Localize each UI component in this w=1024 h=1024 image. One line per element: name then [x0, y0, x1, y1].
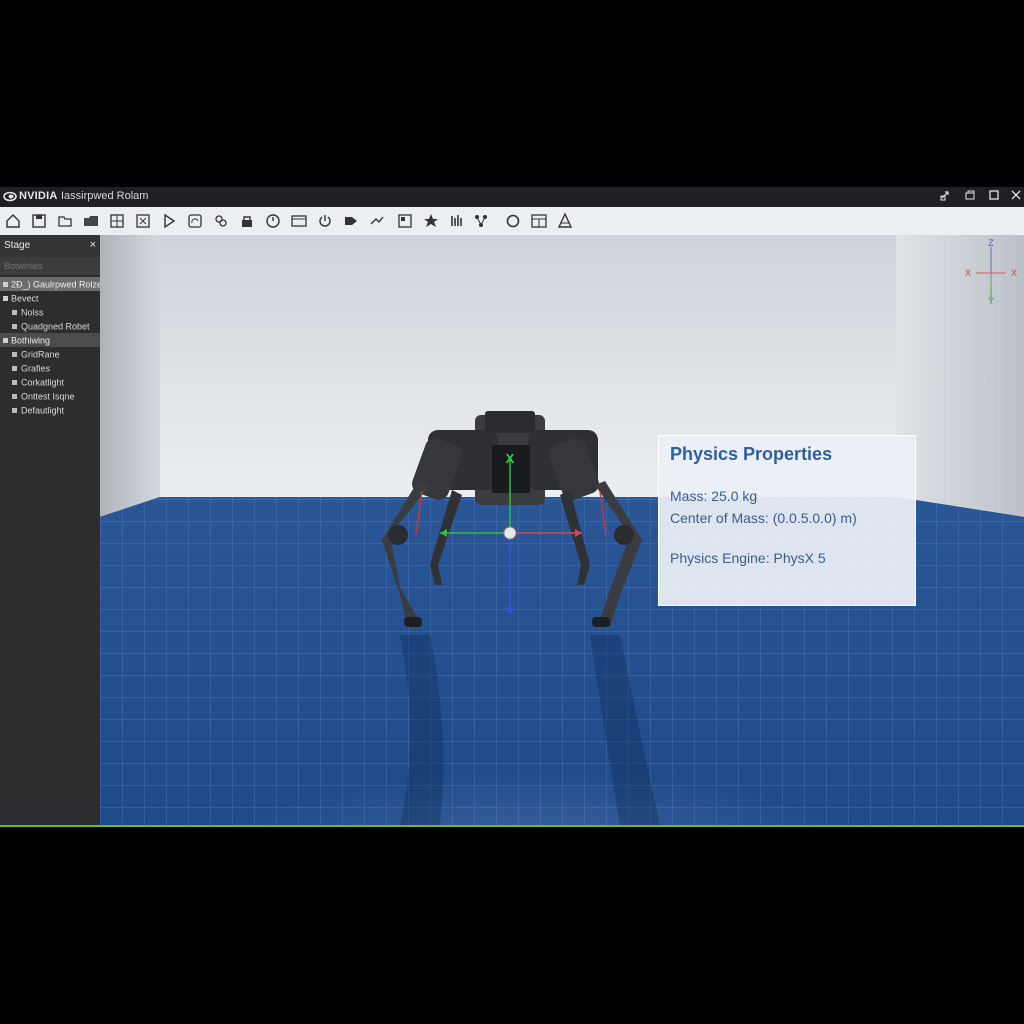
- link-icon[interactable]: [212, 212, 230, 230]
- stage-item-label: Grafies: [21, 363, 51, 374]
- panel-icon[interactable]: [290, 212, 308, 230]
- accent-line: [0, 825, 1024, 827]
- stage-search-input[interactable]: [2, 259, 100, 272]
- rotate-icon[interactable]: [186, 212, 204, 230]
- stage-item[interactable]: Bothiwing: [0, 333, 100, 347]
- timer-icon[interactable]: [264, 212, 282, 230]
- stage-item-label: GridRane: [21, 349, 60, 360]
- cone-icon[interactable]: [556, 212, 574, 230]
- prim-icon: [12, 351, 17, 357]
- stage-item[interactable]: GridRane: [0, 347, 100, 361]
- physics-engine-value: Physics Engine: PhysX 5: [670, 550, 826, 566]
- maximize-icon[interactable]: [986, 189, 1002, 205]
- window-title: Iassirpwed Rolam: [61, 190, 149, 202]
- prim-icon: [12, 309, 17, 315]
- window-icon[interactable]: [530, 212, 548, 230]
- stage-item-label: Bothiwing: [11, 335, 51, 346]
- grid-icon[interactable]: [108, 212, 126, 230]
- stage-item[interactable]: Onttest Isqne: [0, 389, 100, 403]
- stage-search: [0, 257, 100, 275]
- stage-item[interactable]: Defautlight: [0, 403, 100, 417]
- stage-item-label: Defautlight: [21, 405, 65, 416]
- prim-icon: [12, 379, 17, 385]
- home-icon[interactable]: [4, 212, 22, 230]
- nodes-icon[interactable]: [472, 212, 490, 230]
- prim-icon: [3, 281, 8, 287]
- stage-item[interactable]: 2Ð_) Gaulrpwed Rolze: [0, 277, 100, 291]
- gizmo-label: X: [506, 451, 515, 466]
- app-window: NVIDIA Iassirpwed Rolam Stage × 2Ð_) Gau…: [0, 187, 1024, 827]
- stage-item-label: Onttest Isqne: [21, 391, 75, 402]
- lock-icon[interactable]: [238, 212, 256, 230]
- stage-item-label: Quadgned Robet: [21, 321, 90, 332]
- stage-item[interactable]: Bevect: [0, 291, 100, 305]
- prim-icon: [3, 337, 8, 343]
- stage-item[interactable]: Corkatlight: [0, 375, 100, 389]
- stage-item-label: 2Ð_) Gaulrpwed Rolze: [11, 279, 100, 290]
- prim-icon: [12, 323, 17, 329]
- camera-icon[interactable]: [342, 212, 360, 230]
- left-wall: [100, 235, 160, 517]
- axis-x-right-label: X: [1011, 268, 1017, 278]
- play-icon[interactable]: [160, 212, 178, 230]
- save-icon[interactable]: [30, 212, 48, 230]
- prim-icon: [3, 295, 8, 301]
- stage-item[interactable]: Quadgned Robet: [0, 319, 100, 333]
- mass-value: Mass: 25.0 kg: [670, 488, 758, 504]
- axis-z-label: Z: [988, 238, 994, 248]
- stage-item-label: Bevect: [11, 293, 39, 304]
- star-icon[interactable]: [422, 212, 440, 230]
- stage-item-label: Corkatlight: [21, 377, 65, 388]
- physics-properties-panel: Physics Properties Mass: 25.0 kg Center …: [658, 435, 916, 606]
- brand-label: NVIDIA: [19, 190, 58, 202]
- close-icon[interactable]: [1008, 189, 1024, 205]
- open-icon[interactable]: [56, 212, 74, 230]
- title-bar: NVIDIA Iassirpwed Rolam: [0, 187, 1024, 207]
- minimize-icon[interactable]: [962, 189, 978, 205]
- prim-icon: [12, 407, 17, 413]
- stage-panel: Stage × 2Ð_) Gaulrpwed Rolze Bevect Nolss Q…: [0, 235, 100, 825]
- power-icon[interactable]: [316, 212, 334, 230]
- bars-icon[interactable]: [448, 212, 466, 230]
- stage-panel-header: Stage ×: [0, 235, 100, 258]
- stage-item[interactable]: Nolss: [0, 305, 100, 319]
- layout-icon[interactable]: [396, 212, 414, 230]
- axis-y-label: Y: [988, 296, 994, 306]
- close-icon[interactable]: ×: [90, 239, 96, 251]
- prim-icon: [12, 365, 17, 371]
- center-of-mass-value: Center of Mass: (0.0.5.0.0) m): [670, 510, 857, 526]
- nvidia-logo-icon: [3, 191, 17, 202]
- stage-item-label: Nolss: [21, 307, 44, 318]
- refresh-icon[interactable]: [504, 212, 522, 230]
- axis-x-left-label: X: [965, 268, 971, 278]
- stage-item[interactable]: Grafies: [0, 361, 100, 375]
- arrows-icon[interactable]: [368, 212, 386, 230]
- frame-icon[interactable]: [134, 212, 152, 230]
- prim-icon: [12, 393, 17, 399]
- stage-panel-title: Stage: [4, 240, 31, 251]
- restore-icon[interactable]: [938, 189, 954, 205]
- physics-panel-title: Physics Properties: [670, 444, 833, 464]
- main-toolbar: [0, 207, 1024, 236]
- folder-icon[interactable]: [82, 212, 100, 230]
- 3d-viewport[interactable]: X Z X X Y Physics Properties Mass: 25.0 …: [100, 235, 1024, 825]
